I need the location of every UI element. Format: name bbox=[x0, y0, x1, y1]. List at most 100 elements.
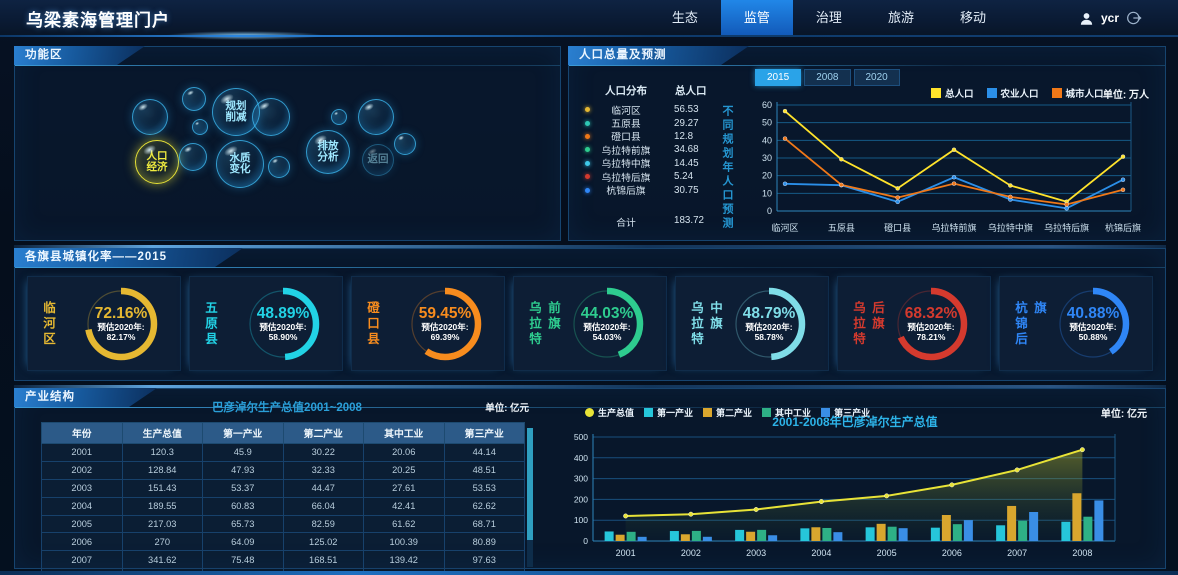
year-tabs: 201520082020 bbox=[755, 69, 900, 86]
estimate-value: 58.78% bbox=[755, 332, 784, 342]
nav-item[interactable]: 监管 bbox=[721, 0, 793, 36]
gdp-cell: 68.71 bbox=[444, 515, 525, 533]
gdp-combo-chart: 0100200300400500200120022003200420052006… bbox=[563, 429, 1129, 563]
region-name: 杭锦后旗 bbox=[590, 183, 662, 197]
gdp-cell: 100.39 bbox=[364, 533, 445, 551]
urbanization-card[interactable]: 临河区72.16%预估2020年:82.17% bbox=[27, 276, 181, 371]
county-label: 杭锦后旗 bbox=[1011, 300, 1049, 347]
urbanization-pct: 40.88% bbox=[1067, 305, 1120, 322]
gdp-cell: 151.43 bbox=[122, 479, 203, 497]
decor-bubble bbox=[182, 87, 206, 111]
gdp-cell: 53.37 bbox=[203, 479, 284, 497]
region-name: 乌拉特中旗 bbox=[590, 156, 662, 170]
nav-item[interactable]: 旅游 bbox=[865, 0, 937, 36]
svg-text:磴口县: 磴口县 bbox=[884, 222, 911, 233]
table-row: 2005217.0365.7382.5961.6268.71 bbox=[42, 515, 525, 533]
gdp-cell: 66.04 bbox=[283, 497, 364, 515]
top-bar: 乌梁素海管理门户 生态监管治理旅游移动 ycr bbox=[0, 0, 1178, 36]
col-header-total: 总人口 bbox=[675, 83, 707, 98]
gdp-cell: 61.62 bbox=[364, 515, 445, 533]
svg-text:10: 10 bbox=[762, 188, 772, 198]
svg-text:2006: 2006 bbox=[942, 548, 962, 558]
decor-bubble bbox=[268, 156, 290, 178]
nav-item[interactable]: 移动 bbox=[937, 0, 1009, 36]
svg-text:400: 400 bbox=[574, 453, 588, 463]
function-bubble[interactable]: 返回 bbox=[362, 144, 394, 176]
urbanization-card[interactable]: 五原县 48.89%预估2020年:58.90% bbox=[189, 276, 343, 371]
svg-text:2005: 2005 bbox=[877, 548, 897, 558]
estimate-value: 78.21% bbox=[917, 332, 946, 342]
nav-item[interactable]: 生态 bbox=[649, 0, 721, 36]
logout-icon[interactable] bbox=[1126, 10, 1142, 26]
svg-text:2004: 2004 bbox=[811, 548, 831, 558]
urbanization-card[interactable]: 乌拉特中旗48.79%预估2020年:58.78% bbox=[675, 276, 829, 371]
panel-industry: 产业结构 巴彦淖尔生产总值2001~2008 单位: 亿元 年份生产总值第一产业… bbox=[14, 388, 1166, 569]
svg-text:0: 0 bbox=[583, 536, 588, 546]
donut-text: 48.79%预估2020年:58.78% bbox=[726, 281, 812, 367]
function-bubble[interactable]: 排放 分析 bbox=[306, 130, 350, 174]
table-row: 2001120.345.930.2220.0644.14 bbox=[42, 444, 525, 462]
gdp-cell: 45.9 bbox=[203, 444, 284, 462]
gdp-cell: 2002 bbox=[42, 461, 123, 479]
county-label: 五原县 bbox=[201, 300, 220, 347]
gdp-cell: 42.41 bbox=[364, 497, 445, 515]
function-bubble[interactable]: 人口 经济 bbox=[135, 140, 179, 184]
gdp-cell: 30.22 bbox=[283, 444, 364, 462]
region-population: 14.45 bbox=[674, 158, 699, 169]
decor-bubble bbox=[394, 133, 416, 155]
gdp-col-header: 第一产业 bbox=[203, 423, 284, 444]
urbanization-card[interactable]: 磴口县59.45%预估2020年:69.39% bbox=[351, 276, 505, 371]
region-population: 30.75 bbox=[674, 185, 699, 196]
divider bbox=[569, 65, 1165, 66]
header-glow bbox=[165, 31, 325, 40]
table-scrollbar-thumb[interactable] bbox=[527, 428, 533, 540]
svg-text:五原县: 五原县 bbox=[828, 223, 855, 233]
svg-text:2007: 2007 bbox=[1007, 548, 1027, 558]
gdp-cell: 47.93 bbox=[203, 461, 284, 479]
county-label: 临河区 bbox=[39, 300, 58, 347]
function-bubble[interactable]: 水质 变化 bbox=[216, 140, 264, 188]
footer-glow bbox=[0, 571, 1178, 575]
divider bbox=[15, 267, 1165, 268]
svg-text:2003: 2003 bbox=[746, 548, 766, 558]
svg-text:乌拉特中旗: 乌拉特中旗 bbox=[988, 222, 1033, 233]
donut-gauge: 48.79%预估2020年:58.78% bbox=[726, 281, 812, 367]
urbanization-pct: 48.89% bbox=[257, 305, 310, 322]
region-population: 12.8 bbox=[674, 131, 693, 142]
gdp-cell: 44.47 bbox=[283, 479, 364, 497]
gdp-cell: 168.51 bbox=[283, 551, 364, 569]
year-tab[interactable]: 2015 bbox=[755, 69, 801, 86]
urbanization-pct: 59.45% bbox=[419, 305, 472, 322]
decor-bubble bbox=[179, 143, 207, 171]
urbanization-card[interactable]: 杭锦后旗40.88%预估2020年:50.88% bbox=[999, 276, 1153, 371]
year-tab[interactable]: 2020 bbox=[854, 69, 900, 86]
gdp-cell: 120.3 bbox=[122, 444, 203, 462]
year-tab[interactable]: 2008 bbox=[804, 69, 850, 86]
donut-text: 59.45%预估2020年:69.39% bbox=[402, 281, 488, 367]
donut-gauge: 68.32%预估2020年:78.21% bbox=[888, 281, 974, 367]
region-name: 乌拉特后旗 bbox=[590, 170, 662, 184]
gdp-cell: 32.33 bbox=[283, 461, 364, 479]
gdp-cell: 82.59 bbox=[283, 515, 364, 533]
panel-urbanization: 各旗县城镇化率——2015 临河区72.16%预估2020年:82.17%五原县… bbox=[14, 248, 1166, 381]
estimate-label: 预估2020年: bbox=[583, 322, 630, 332]
nav-item[interactable]: 治理 bbox=[793, 0, 865, 36]
gdp-cell: 2006 bbox=[42, 533, 123, 551]
region-population: 5.24 bbox=[674, 171, 693, 182]
urbanization-pct: 72.16% bbox=[95, 305, 148, 322]
estimate-label: 预估2020年: bbox=[745, 322, 792, 332]
svg-text:20: 20 bbox=[762, 171, 772, 181]
donut-gauge: 48.89%预估2020年:58.90% bbox=[240, 281, 326, 367]
estimate-label: 预估2020年: bbox=[1069, 322, 1116, 332]
gdp-col-header: 其中工业 bbox=[364, 423, 445, 444]
portal-title: 乌梁素海管理门户 bbox=[26, 6, 170, 31]
urbanization-cards: 临河区72.16%预估2020年:82.17%五原县48.89%预估2020年:… bbox=[27, 276, 1153, 371]
username: ycr bbox=[1101, 11, 1119, 25]
panel-urbanization-title: 各旗县城镇化率——2015 bbox=[14, 248, 243, 267]
urbanization-card[interactable]: 乌拉特前旗44.03%预估2020年:54.03% bbox=[513, 276, 667, 371]
bubble-container: 规划 削减人口 经济水质 变化排放 分析返回 bbox=[15, 47, 560, 240]
user-icon bbox=[1079, 11, 1094, 26]
estimate-label: 预估2020年: bbox=[97, 322, 144, 332]
donut-text: 68.32%预估2020年:78.21% bbox=[888, 281, 974, 367]
urbanization-card[interactable]: 乌拉特后旗68.32%预估2020年:78.21% bbox=[837, 276, 991, 371]
